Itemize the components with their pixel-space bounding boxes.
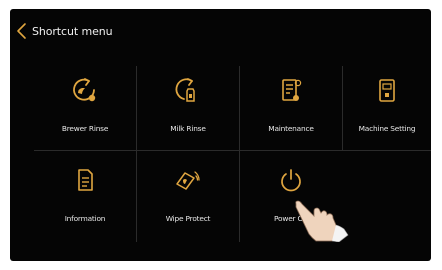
tile-power-off[interactable]: Power Off	[240, 152, 342, 236]
tile-label: Maintenance	[268, 124, 314, 133]
device-frame: Shortcut menu Brewer Rinse Milk Rinse Ma…	[0, 0, 442, 270]
tile-label: Brewer Rinse	[61, 124, 109, 133]
touch-screen: Shortcut menu Brewer Rinse Milk Rinse Ma…	[10, 9, 431, 261]
power-icon	[281, 169, 301, 192]
tile-information[interactable]: Information	[34, 152, 136, 236]
brewer-rinse-icon	[73, 78, 96, 102]
shortcut-grid: Brewer Rinse Milk Rinse Maintenance Mach…	[34, 62, 431, 250]
tile-label: Milk Rinse	[170, 124, 206, 133]
back-button[interactable]: Shortcut menu	[15, 21, 118, 41]
chevron-left-icon	[17, 23, 26, 39]
tile-label: Power Off	[274, 214, 308, 223]
tile-label: Information	[64, 214, 106, 223]
machine-setting-icon	[379, 79, 395, 102]
tile-label: Wipe Protect	[165, 214, 211, 223]
tile-milk-rinse[interactable]: Milk Rinse	[137, 62, 239, 146]
tile-brewer-rinse[interactable]: Brewer Rinse	[34, 62, 136, 146]
information-icon	[78, 169, 93, 191]
tile-machine-setting[interactable]: Machine Setting	[343, 62, 431, 146]
maintenance-icon	[282, 79, 302, 101]
grid-divider	[34, 150, 431, 151]
tile-maintenance[interactable]: Maintenance	[240, 62, 342, 146]
page-title: Shortcut menu	[32, 24, 113, 38]
tile-wipe-protect[interactable]: Wipe Protect	[137, 152, 239, 236]
tile-label: Machine Setting	[358, 124, 416, 133]
header: Shortcut menu	[10, 9, 431, 53]
milk-rinse-icon	[175, 78, 195, 102]
wipe-protect-icon	[176, 171, 200, 190]
